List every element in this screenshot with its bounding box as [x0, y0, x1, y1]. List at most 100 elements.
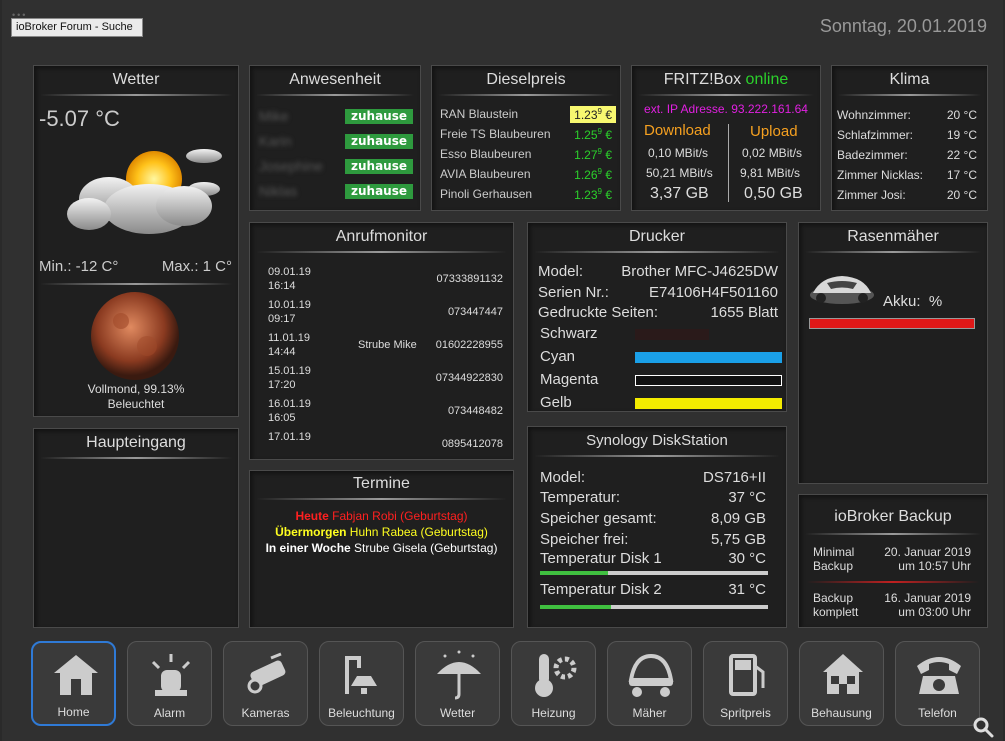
- minimal-backup-time: um 10:57 Uhr: [898, 559, 971, 573]
- nav-button-mäher[interactable]: Mäher: [607, 641, 692, 726]
- nav-button-home[interactable]: Home: [31, 641, 116, 726]
- thermometer-icon: [535, 654, 577, 697]
- station-name: Esso Blaubeuren: [440, 147, 532, 161]
- akku-bar: [809, 318, 975, 329]
- nav-button-spritpreis[interactable]: Spritpreis: [703, 641, 788, 726]
- akku-unit: %: [928, 293, 943, 310]
- rasenmaeher-panel: Rasenmäher Akku: %: [798, 222, 988, 484]
- nav-label: Kameras: [241, 706, 290, 720]
- termin-when: Heute: [295, 509, 329, 523]
- station-price: 1.269 €: [570, 166, 616, 183]
- nav-button-kameras[interactable]: Kameras: [223, 641, 308, 726]
- termin-what: Fabjan Robi (Geburtstag): [328, 509, 468, 523]
- termine-panel: Termine Heute Fabjan Robi (Geburtstag) Üb…: [249, 470, 514, 628]
- ink-label: Gelb: [540, 394, 572, 411]
- nav-button-beleuchtung[interactable]: Beleuchtung: [319, 641, 404, 726]
- synology-label: Speicher gesamt:: [540, 510, 657, 527]
- presence-badge: zuhause: [345, 134, 413, 149]
- price-unit: €: [601, 108, 612, 122]
- komplett-backup-label-line1: Backup: [813, 591, 854, 605]
- termin-when: Übermorgen: [275, 525, 347, 539]
- nav-button-telefon[interactable]: Telefon: [895, 641, 980, 726]
- upload-rate: 0,02 MBit/s: [742, 146, 803, 160]
- download-max: 50,21 MBit/s: [646, 166, 713, 180]
- synology-value: 5,75 GB: [710, 531, 766, 548]
- fritzbox-panel: FRITZ!Box online ext. IP Adresse. 93.222…: [631, 65, 821, 211]
- camera-icon: [247, 652, 286, 694]
- dashboard: ••• ioBroker Forum - Suche Sonntag, 20.0…: [0, 0, 1005, 741]
- fuel-pump-icon: [729, 654, 765, 696]
- presence-badge: zuhause: [345, 159, 413, 174]
- room-temperature: 20 °C: [946, 108, 977, 122]
- download-label: Download: [644, 122, 711, 139]
- call-number: 01602228955: [435, 339, 503, 351]
- call-date: 16.01.19: [268, 398, 311, 410]
- search-icon[interactable]: [972, 716, 994, 738]
- browser-tab[interactable]: ioBroker Forum - Suche: [11, 18, 143, 37]
- call-number: 0895412078: [441, 438, 503, 450]
- price-value: 1.23: [574, 108, 598, 122]
- upload-total: 0,50 GB: [744, 185, 803, 202]
- call-time: 17:20: [268, 379, 296, 391]
- station-name: AVIA Blaubeuren: [440, 167, 531, 181]
- robot-mower-icon: [810, 276, 874, 304]
- synology-label: Model:: [540, 469, 586, 486]
- synology-title: Synology DiskStation: [586, 432, 728, 449]
- fritzbox-header: FRITZ!Box online: [632, 71, 820, 89]
- nav-label: Mäher: [632, 706, 667, 720]
- synology-value: 8,09 GB: [710, 510, 766, 527]
- nav-button-wetter[interactable]: Wetter: [415, 641, 500, 726]
- nav-button-behausung[interactable]: Behausung: [799, 641, 884, 726]
- station-name: Pinoli Gerhausen: [440, 187, 533, 201]
- upload-label: Upload: [750, 123, 798, 140]
- nav-label: Home: [57, 705, 90, 719]
- anwesenheit-title: Anwesenheit: [289, 71, 381, 88]
- caller-name: Strube Mike: [358, 339, 417, 351]
- date-display: Sonntag, 20.01.2019: [819, 16, 987, 36]
- phone-icon: [917, 657, 961, 694]
- max-temperature: Max.: 1 C°: [161, 258, 232, 275]
- synology-value: 31 °C: [728, 581, 766, 598]
- backup-title: ioBroker Backup: [834, 508, 952, 525]
- termin-when: In einer Woche: [265, 541, 351, 555]
- nav-label: Wetter: [439, 706, 476, 720]
- price-unit: €: [601, 188, 612, 202]
- call-date: 09.01.19: [268, 266, 311, 278]
- person-name: Karin: [259, 133, 292, 149]
- komplett-backup-date: 16. Januar 2019: [884, 591, 971, 605]
- room-temperature: 22 °C: [946, 148, 977, 162]
- home-icon: [54, 655, 98, 695]
- price-value: 1.26: [574, 168, 598, 182]
- call-date: 17.01.19: [268, 431, 311, 443]
- haupteingang-panel: Haupteingang: [33, 428, 239, 628]
- download-rate: 0,10 MBit/s: [648, 146, 709, 160]
- person-name: Mike: [259, 108, 289, 124]
- price-unit: €: [601, 128, 612, 142]
- current-temperature: -5.07 °C: [39, 106, 120, 131]
- ink-label: Cyan: [540, 348, 576, 365]
- printer-serial: E74106H4F501160: [649, 284, 778, 301]
- haupteingang-title: Haupteingang: [86, 434, 186, 451]
- ink-level-bar: [635, 352, 782, 363]
- call-time: 16:05: [268, 412, 296, 424]
- room-temperature: 19 °C: [946, 128, 977, 142]
- nav-button-alarm[interactable]: Alarm: [127, 641, 212, 726]
- station-name: RAN Blaustein: [440, 107, 519, 121]
- call-time: 16:14: [268, 280, 296, 292]
- synology-value: DS716+II: [703, 469, 766, 486]
- printer-pages-label: Gedruckte Seiten:: [538, 304, 659, 321]
- klima-title: Klima: [889, 71, 930, 88]
- synology-value: 30 °C: [728, 550, 766, 567]
- moon-illumination: Beleuchtet: [107, 397, 165, 411]
- nav-button-heizung[interactable]: Heizung: [511, 641, 596, 726]
- ink-level-bar: [635, 375, 782, 386]
- call-number: 07333891132: [436, 273, 503, 285]
- klima-panel: Klima Wohnzimmer: 20 °C Schlafzimmer: 19 °C…: [831, 65, 988, 211]
- anwesenheit-panel: Anwesenheit Mike zuhause Karin zuhause Josep…: [249, 65, 421, 211]
- download-total: 3,37 GB: [650, 185, 709, 202]
- alarm-icon: [151, 654, 191, 696]
- call-time: 09:17: [268, 313, 296, 325]
- call-date: 10.01.19: [268, 299, 311, 311]
- fritzbox-title: FRITZ!Box: [663, 71, 742, 88]
- call-date: 11.01.19: [268, 332, 311, 344]
